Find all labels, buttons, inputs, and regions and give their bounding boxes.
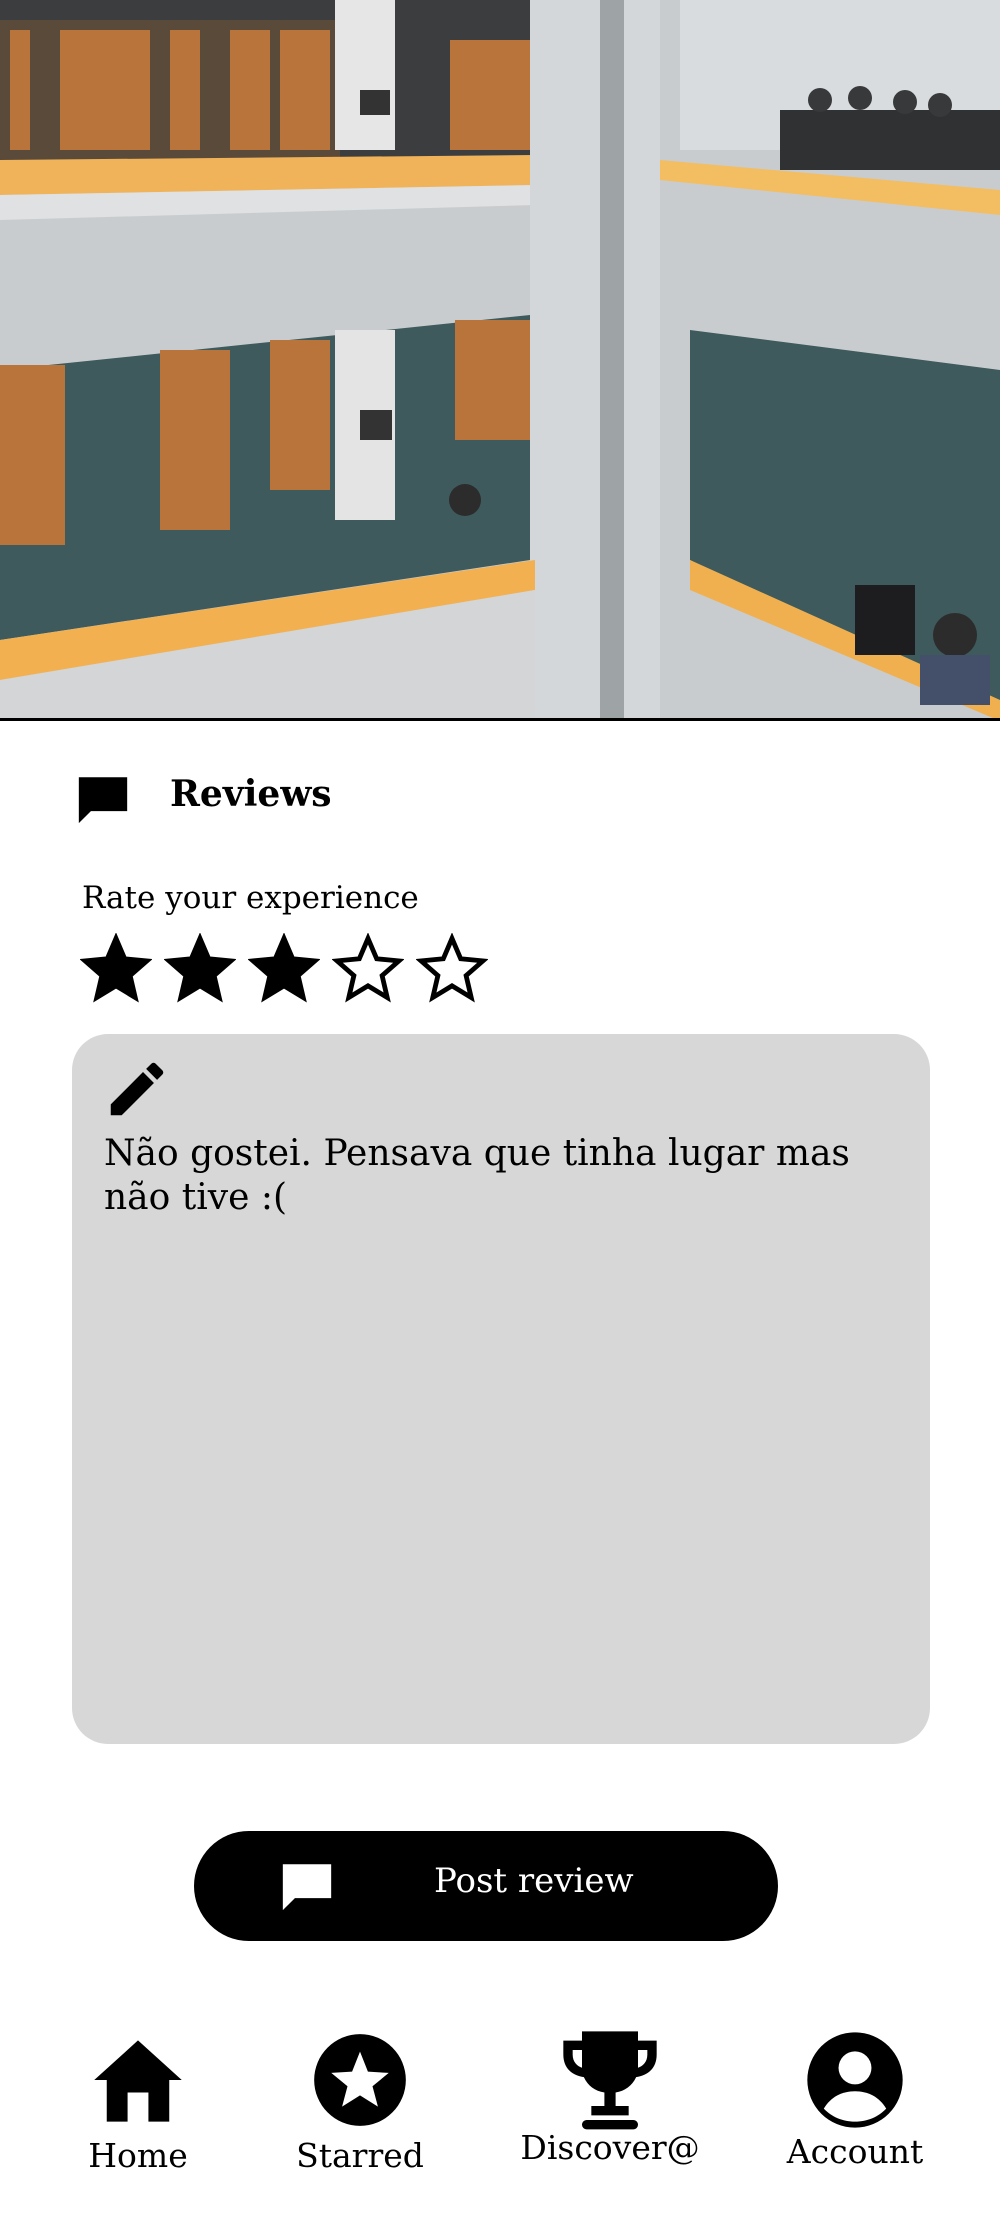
nav-label-discover: Discover@ bbox=[520, 2128, 700, 2167]
nav-item-home[interactable]: Home bbox=[78, 2030, 198, 2175]
post-review-label: Post review bbox=[434, 1861, 634, 1901]
nav-label-home: Home bbox=[88, 2136, 188, 2175]
review-input-box[interactable] bbox=[72, 1034, 930, 1744]
reviews-header: Reviews bbox=[74, 770, 332, 828]
star-rating[interactable] bbox=[80, 933, 500, 1005]
star-circle-icon bbox=[314, 2034, 406, 2126]
star-filled-icon[interactable] bbox=[248, 933, 320, 1005]
nav-label-starred: Starred bbox=[296, 2136, 424, 2175]
star-filled-icon[interactable] bbox=[80, 933, 152, 1005]
pencil-icon bbox=[110, 1062, 164, 1116]
chat-bubble-icon bbox=[282, 1864, 332, 1911]
nav-item-starred[interactable]: Starred bbox=[280, 2030, 440, 2175]
library-atrium-image bbox=[0, 0, 1000, 721]
account-circle-icon bbox=[807, 2032, 903, 2128]
chat-bubble-icon bbox=[78, 777, 128, 824]
star-filled-icon[interactable] bbox=[164, 933, 236, 1005]
reviews-title: Reviews bbox=[170, 773, 332, 815]
post-review-button[interactable]: Post review bbox=[194, 1831, 778, 1941]
hero-photo bbox=[0, 0, 1000, 721]
rating-label: Rate your experience bbox=[82, 880, 419, 916]
home-icon bbox=[94, 2040, 182, 2122]
nav-item-discover[interactable]: Discover@ bbox=[510, 2030, 710, 2167]
star-outline-icon[interactable] bbox=[416, 933, 488, 1005]
nav-label-account: Account bbox=[786, 2132, 924, 2171]
trophy-icon bbox=[563, 2031, 657, 2130]
review-textarea[interactable] bbox=[104, 1132, 904, 1712]
star-outline-icon[interactable] bbox=[332, 933, 404, 1005]
hero-divider bbox=[0, 718, 1000, 721]
bottom-nav: Home Starred Discover@ Account bbox=[0, 2030, 1000, 2223]
nav-item-account[interactable]: Account bbox=[770, 2030, 940, 2171]
